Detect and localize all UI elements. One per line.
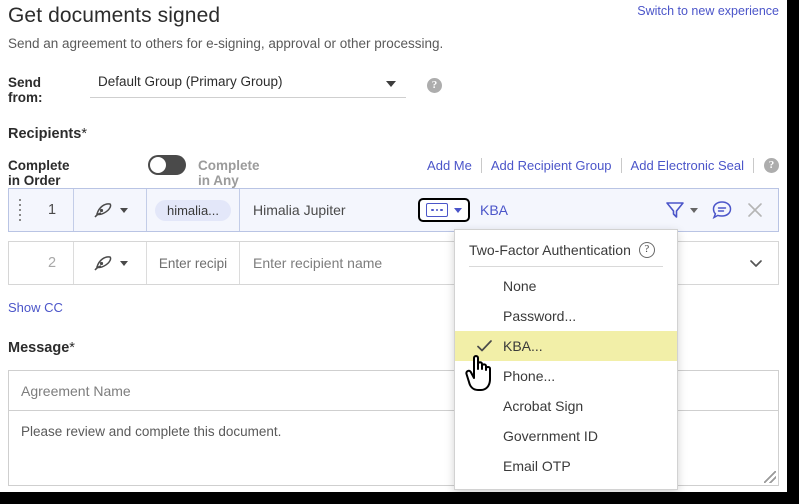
menu-item-government-id[interactable]: Government ID <box>455 421 677 451</box>
recipient-email-placeholder: Enter recipi <box>158 255 228 271</box>
chevron-down-icon <box>119 260 128 266</box>
help-icon[interactable]: ? <box>764 158 779 173</box>
question-mark-icon[interactable]: ? <box>638 242 655 258</box>
divider <box>469 266 663 267</box>
send-from-label: Send from: <box>8 75 43 105</box>
show-cc-link[interactable]: Show CC <box>8 300 63 315</box>
required-mark: * <box>81 126 87 142</box>
recipients-heading-label: Recipients <box>8 126 82 142</box>
page-title: Get documents signed <box>8 4 221 27</box>
authentication-cell: KBA <box>410 189 618 231</box>
delivery-funnel-icon <box>666 202 684 218</box>
recipients-heading: Recipients* <box>8 126 87 142</box>
recipient-name-placeholder: Enter recipient name <box>253 255 383 271</box>
menu-item-label: Email OTP <box>503 458 571 474</box>
divider <box>753 158 754 173</box>
chevron-down-icon <box>750 260 762 267</box>
message-heading-label: Message <box>8 340 70 356</box>
menu-item-none[interactable]: None <box>455 271 677 301</box>
page-subtitle: Send an agreement to others for e-signin… <box>8 36 444 51</box>
toggle-knob <box>150 157 166 173</box>
authentication-method-button[interactable] <box>418 198 470 222</box>
menu-header: Two-Factor Authentication ? <box>455 236 677 266</box>
add-electronic-seal-link[interactable]: Add Electronic Seal <box>622 158 753 173</box>
resize-grip-icon[interactable] <box>764 471 776 483</box>
menu-item-label: KBA... <box>503 338 543 354</box>
signature-pen-icon <box>93 203 111 218</box>
message-heading: Message* <box>8 340 75 356</box>
chat-bubble-icon <box>712 201 732 220</box>
app-window: Get documents signed Send an agreement t… <box>0 0 787 492</box>
recipient-email-chip: himalia... <box>154 199 232 221</box>
menu-item-acrobat-sign[interactable]: Acrobat Sign <box>455 391 677 421</box>
authentication-method-label: KBA <box>480 202 509 218</box>
menu-item-label: Government ID <box>503 428 598 444</box>
switch-to-new-experience-link[interactable]: Switch to new experience <box>637 4 779 18</box>
menu-title: Two-Factor Authentication <box>469 242 631 258</box>
message-body-text: Please review and complete this document… <box>21 424 282 439</box>
agreement-name-placeholder: Agreement Name <box>21 382 131 399</box>
row-number: 2 <box>47 255 57 271</box>
recipient-name-value: Himalia Jupiter <box>253 202 346 218</box>
recipient-email-field[interactable]: himalia... <box>147 189 239 231</box>
menu-item-password[interactable]: Password... <box>455 301 677 331</box>
row-options-dropdown[interactable] <box>748 257 764 269</box>
chevron-down-icon <box>119 207 128 213</box>
drag-handle <box>9 242 31 284</box>
checkmark-icon <box>477 340 492 352</box>
recipient-name-input[interactable]: Enter recipient name <box>240 242 410 284</box>
completion-order-toggle[interactable] <box>148 155 186 175</box>
menu-item-kba[interactable]: KBA... <box>455 331 677 361</box>
row-actions <box>618 189 778 231</box>
menu-item-label: Phone... <box>503 368 556 384</box>
menu-item-label: Password... <box>503 308 577 324</box>
required-mark: * <box>69 340 75 356</box>
delivery-method-button[interactable] <box>665 201 698 219</box>
send-from-value: Default Group (Primary Group) <box>98 74 283 89</box>
recipient-name-input[interactable]: Himalia Jupiter <box>240 189 410 231</box>
complete-in-order-label: Complete in Order <box>8 158 70 188</box>
chevron-down-icon <box>454 207 462 213</box>
send-from-select[interactable]: Default Group (Primary Group) <box>90 70 406 98</box>
menu-item-phone[interactable]: Phone... <box>455 361 677 391</box>
two-factor-auth-icon <box>426 203 448 217</box>
menu-item-email-otp[interactable]: Email OTP <box>455 451 677 481</box>
signature-role-dropdown[interactable] <box>74 242 146 284</box>
menu-item-label: None <box>503 278 537 294</box>
row-number: 1 <box>47 202 57 218</box>
table-row[interactable]: 1 himalia... Himalia Jupiter KBA <box>8 188 779 232</box>
caret-down-icon <box>386 81 396 87</box>
remove-recipient-button[interactable] <box>746 201 764 219</box>
recipient-email-field[interactable]: Enter recipi <box>147 242 239 284</box>
add-me-link[interactable]: Add Me <box>418 158 481 173</box>
signature-pen-icon <box>93 256 111 271</box>
private-message-button[interactable] <box>711 200 733 220</box>
chevron-down-icon <box>690 207 698 213</box>
close-x-icon <box>748 203 762 217</box>
recipient-action-links: Add Me Add Recipient Group Add Electroni… <box>418 158 779 173</box>
drag-handle[interactable] <box>9 189 31 231</box>
signature-role-dropdown[interactable] <box>74 189 146 231</box>
menu-item-label: Acrobat Sign <box>503 398 584 414</box>
add-recipient-group-link[interactable]: Add Recipient Group <box>482 158 621 173</box>
help-icon[interactable]: ? <box>427 78 442 93</box>
two-factor-authentication-menu: Two-Factor Authentication ? None Passwor… <box>454 229 678 490</box>
